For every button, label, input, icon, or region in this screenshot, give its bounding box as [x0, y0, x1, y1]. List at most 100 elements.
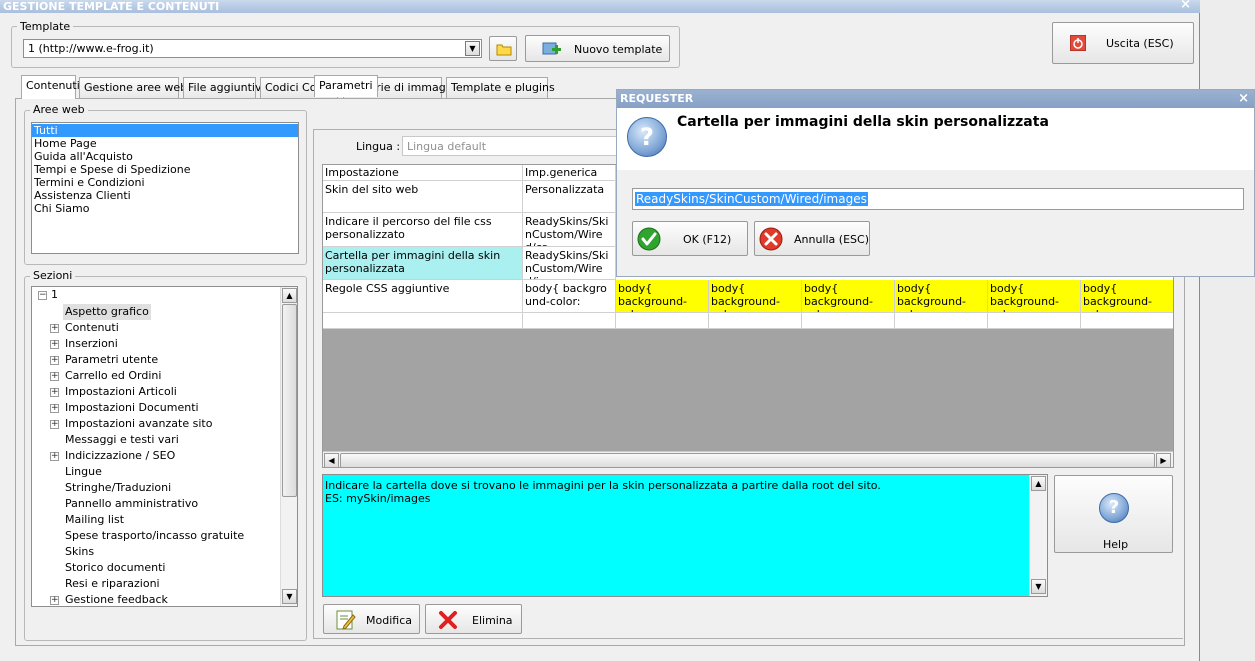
empty-cell[interactable]	[988, 313, 1081, 329]
tab-5[interactable]: Template e plugins	[446, 77, 555, 98]
tree-item[interactable]: Impostazioni avanzate sito	[63, 416, 214, 432]
exit-button[interactable]: Uscita (ESC)	[1052, 22, 1194, 64]
css-rule-cell[interactable]: body{ background-color:	[709, 280, 802, 313]
close-icon[interactable]: ×	[1238, 90, 1249, 108]
list-item[interactable]: Termini e Condizioni	[32, 176, 298, 189]
tree-expand-icon[interactable]: +	[50, 452, 59, 461]
new-template-button[interactable]: Nuovo template	[525, 35, 670, 62]
tree-item[interactable]: Impostazioni Articoli	[63, 384, 179, 400]
description-box[interactable]: Indicare la cartella dove si trovano le …	[322, 474, 1048, 597]
tree-item[interactable]: Resi e riparazioni	[63, 576, 162, 592]
chevron-down-icon[interactable]: ▼	[465, 41, 480, 56]
ok-button[interactable]: OK (F12)	[632, 221, 748, 256]
setting-name[interactable]: Indicare il percorso del file css person…	[323, 213, 523, 247]
sezioni-tree[interactable]: − 1 Aspetto grafico + Contenuti + Inserzioni…	[31, 286, 298, 607]
setting-value[interactable]: ReadySkins/SkinCustom/Wired/im...	[523, 247, 616, 280]
tree-collapse-icon[interactable]: −	[38, 291, 47, 300]
tree-item[interactable]: Lingue	[63, 464, 104, 480]
tree-item[interactable]: Indicizzazione / SEO	[63, 448, 177, 464]
tree-expand-icon[interactable]: +	[50, 324, 59, 333]
tree-expand-icon[interactable]: +	[50, 404, 59, 413]
setting-value[interactable]: body{ background-color:	[523, 280, 616, 313]
template-select[interactable]: 1 (http://www.e-frog.it) ▼	[23, 39, 482, 58]
tree-expand-icon[interactable]: +	[50, 340, 59, 349]
open-folder-button[interactable]	[489, 36, 517, 61]
question-icon: ?	[627, 117, 667, 157]
tree-item[interactable]: Gestione feedback	[63, 592, 170, 606]
setting-value[interactable]: Personalizzata	[523, 181, 616, 213]
scroll-thumb[interactable]	[282, 304, 297, 497]
tab-parametri[interactable]: Parametri	[314, 75, 378, 97]
tree-item[interactable]: Messaggi e testi vari	[63, 432, 181, 448]
tree-item[interactable]: Aspetto grafico	[63, 304, 151, 320]
requester-input[interactable]: ReadySkins/SkinCustom/Wired/images	[632, 188, 1244, 210]
scroll-thumb[interactable]	[340, 453, 1155, 467]
requester-input-value: ReadySkins/SkinCustom/Wired/images	[635, 192, 868, 206]
tab-0[interactable]: Contenuti	[21, 75, 80, 99]
tree-item[interactable]: Contenuti	[63, 320, 121, 336]
scroll-right-icon[interactable]: ▶	[1156, 453, 1171, 467]
tree-item[interactable]: Carrello ed Ordini	[63, 368, 163, 384]
list-item[interactable]: Guida all'Acquisto	[32, 150, 298, 163]
help-button[interactable]: ? Help	[1054, 475, 1173, 553]
list-item[interactable]: Tutti	[32, 124, 298, 137]
setting-name[interactable]: Regole CSS aggiuntive	[323, 280, 523, 313]
description-scrollbar[interactable]: ▲ ▼	[1029, 475, 1047, 596]
tab-1[interactable]: Gestione aree web	[79, 77, 187, 98]
close-icon[interactable]: ×	[1180, 0, 1191, 11]
tree-item[interactable]: Storico documenti	[63, 560, 167, 576]
empty-cell[interactable]	[1081, 313, 1173, 329]
tree-item[interactable]: Inserzioni	[63, 336, 120, 352]
requester-dialog: REQUESTER × ? Cartella per immagini dell…	[616, 89, 1255, 277]
tree-item[interactable]: Spese trasporto/incasso gratuite	[63, 528, 246, 544]
css-rule-cell[interactable]: body{ background-color:	[616, 280, 709, 313]
css-rule-cell[interactable]: body{ background-color:	[802, 280, 895, 313]
template-group-label: Template	[17, 20, 74, 33]
lingua-select[interactable]: Lingua default	[402, 136, 632, 156]
elimina-button[interactable]: Elimina	[425, 604, 522, 634]
requester-heading: Cartella per immagini della skin persona…	[677, 114, 1049, 130]
grid-hscrollbar[interactable]: ◀ ▶	[323, 451, 1173, 467]
tree-expand-icon[interactable]: +	[50, 372, 59, 381]
tree-expand-icon[interactable]: +	[50, 596, 59, 605]
scroll-left-icon[interactable]: ◀	[324, 453, 339, 467]
setting-name[interactable]: Skin del sito web	[323, 181, 523, 213]
empty-cell[interactable]	[709, 313, 802, 329]
list-item[interactable]: Tempi e Spese di Spedizione	[32, 163, 298, 176]
empty-cell[interactable]	[616, 313, 709, 329]
tree-item[interactable]: Skins	[63, 544, 96, 560]
aree-web-list[interactable]: Tutti Home Page Guida all'Acquisto Tempi e …	[31, 122, 299, 254]
main-titlebar: GESTIONE TEMPLATE E CONTENUTI ×	[0, 0, 1200, 13]
list-item[interactable]: Chi Siamo	[32, 202, 298, 215]
tab-label: Contenuti	[26, 79, 80, 92]
scroll-up-icon[interactable]: ▲	[282, 288, 297, 303]
tree-root[interactable]: 1	[51, 287, 58, 303]
empty-cell[interactable]	[523, 313, 616, 329]
empty-cell[interactable]	[323, 313, 523, 329]
cancel-button[interactable]: Annulla (ESC)	[754, 221, 870, 256]
css-rule-cell[interactable]: body{ background-color:	[1081, 280, 1173, 313]
empty-cell[interactable]	[802, 313, 895, 329]
tree-item[interactable]: Pannello amministrativo	[63, 496, 200, 512]
tree-item[interactable]: Mailing list	[63, 512, 126, 528]
tab-2[interactable]: File aggiuntivi	[183, 77, 265, 98]
tree-scrollbar[interactable]: ▲ ▼	[280, 287, 297, 606]
setting-name[interactable]: Cartella per immagini della skin persona…	[323, 247, 523, 280]
modifica-button[interactable]: Modifica	[323, 604, 420, 634]
sezioni-label: Sezioni	[30, 269, 76, 282]
empty-cell[interactable]	[895, 313, 988, 329]
tree-expand-icon[interactable]: +	[50, 388, 59, 397]
css-rule-cell[interactable]: body{ background-color:	[988, 280, 1081, 313]
scroll-down-icon[interactable]: ▼	[1031, 579, 1046, 594]
list-item[interactable]: Home Page	[32, 137, 298, 150]
scroll-down-icon[interactable]: ▼	[282, 589, 297, 604]
tree-item[interactable]: Stringhe/Traduzioni	[63, 480, 173, 496]
scroll-up-icon[interactable]: ▲	[1031, 476, 1046, 491]
tree-item[interactable]: Parametri utente	[63, 352, 160, 368]
tree-item[interactable]: Impostazioni Documenti	[63, 400, 201, 416]
css-rule-cell[interactable]: body{ background-color:	[895, 280, 988, 313]
tree-expand-icon[interactable]: +	[50, 356, 59, 365]
list-item[interactable]: Assistenza Clienti	[32, 189, 298, 202]
setting-value[interactable]: ReadySkins/SkinCustom/Wired/cs...	[523, 213, 616, 247]
tree-expand-icon[interactable]: +	[50, 420, 59, 429]
